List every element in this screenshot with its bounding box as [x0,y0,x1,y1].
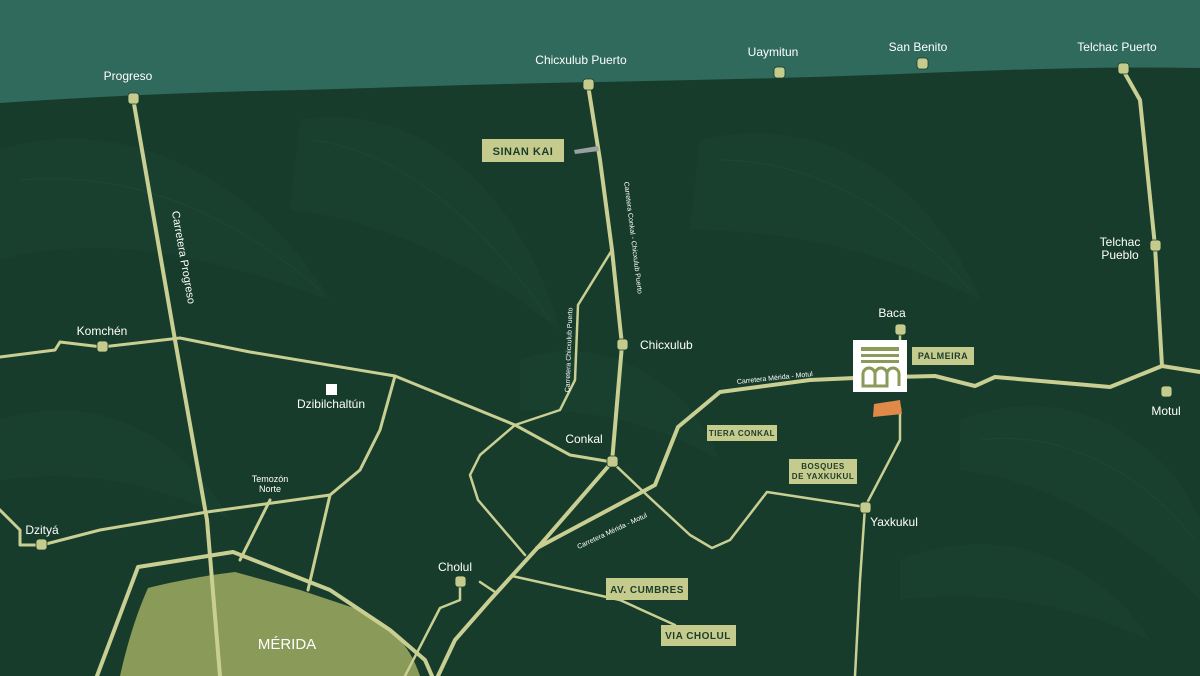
tag-via-cholul[interactable]: VIA CHOLUL [661,625,736,646]
tag-av-cumbres[interactable]: AV. CUMBRES [606,578,688,600]
label-telchac-pueblo-line2: Pueblo [1101,248,1139,262]
label-conkal: Conkal [565,432,602,446]
town-dot-icon[interactable] [1149,239,1162,252]
label-temozon-line1: Temozón [252,474,289,484]
town-dot-icon[interactable] [35,538,48,551]
label-motul: Motul [1151,404,1180,418]
label-komchen: Komchén [77,324,128,338]
label-baca: Baca [878,306,906,320]
label-merida: MÉRIDA [258,636,316,653]
region-map: Progreso Chicxulub Puerto Uaymitun San B… [0,0,1200,676]
tag-palmeira-label: PALMEIRA [918,351,968,361]
label-san-benito: San Benito [889,40,948,54]
town-dot-icon[interactable] [894,323,907,336]
town-dot-icon[interactable] [454,575,467,588]
town-dot-icon[interactable] [127,92,140,105]
label-dzitya: Dzityá [25,523,59,537]
town-dot-icon[interactable] [616,338,629,351]
town-dot-icon[interactable] [1160,385,1173,398]
label-temozon-line2: Norte [259,484,281,494]
tag-sinan-kai-label: SINAN KAI [493,146,554,158]
tag-bosques-yaxkukul[interactable]: BOSQUES DE YAXKUKUL [789,459,857,484]
tag-bosques-line1: BOSQUES [801,462,845,471]
arch-building-logo-icon[interactable] [853,340,907,392]
tag-tiera-conkal[interactable]: TIERA CONKAL [707,425,777,441]
label-chicxulub-puerto: Chicxulub Puerto [535,53,627,67]
tag-av-cumbres-label: AV. CUMBRES [610,585,684,596]
town-dot-icon[interactable] [916,57,929,70]
town-dot-icon[interactable] [773,66,786,79]
town-dot-icon[interactable] [96,340,109,353]
town-dot-icon[interactable] [582,78,595,91]
label-dzibilchaltun: Dzibilchaltún [297,397,365,411]
town-dot-icon[interactable] [606,455,619,468]
label-telchac-pueblo-line1: Telchac [1100,235,1141,249]
tag-via-cholul-label: VIA CHOLUL [665,631,731,642]
label-chicxulub: Chicxulub [640,338,693,352]
label-yaxkukul: Yaxkukul [870,515,918,529]
tag-sinan-kai[interactable]: SINAN KAI [482,139,564,162]
town-dot-icon[interactable] [859,501,872,514]
town-dot-icon[interactable] [1117,62,1130,75]
label-cholul: Cholul [438,560,472,574]
label-uaymitun: Uaymitun [748,45,799,59]
label-progreso: Progreso [104,69,153,83]
tag-bosques-line2: DE YAXKUKUL [792,472,854,481]
white-square-icon[interactable] [326,384,337,395]
label-telchac-puerto: Telchac Puerto [1077,40,1157,54]
tag-tiera-conkal-label: TIERA CONKAL [709,429,775,438]
tag-palmeira[interactable]: PALMEIRA [912,347,974,365]
